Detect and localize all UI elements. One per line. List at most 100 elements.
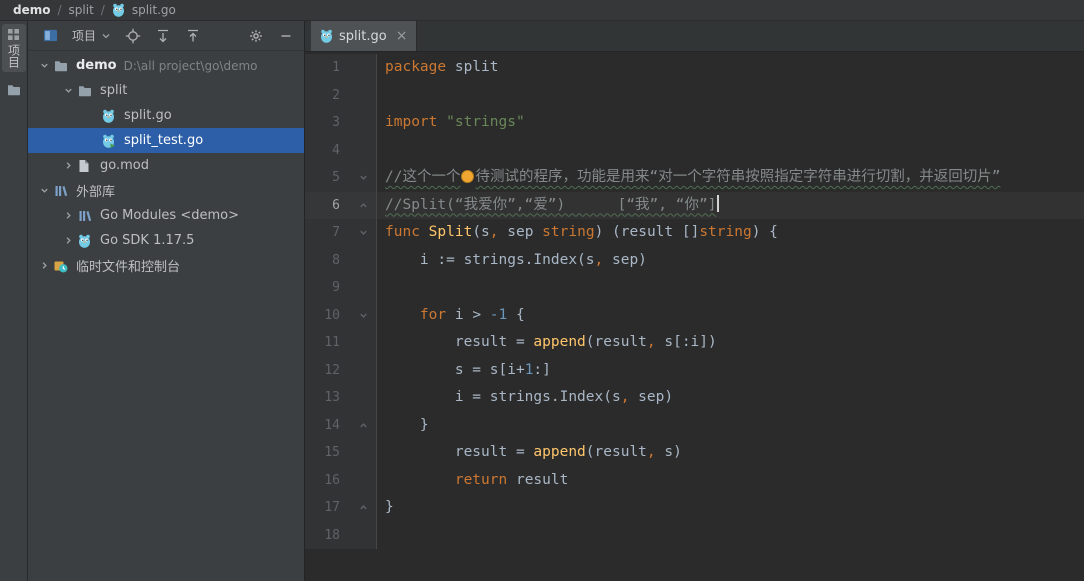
tree-item-label: split.go [124, 108, 172, 123]
editor-line-18[interactable]: 18 [305, 521, 1084, 549]
line-number[interactable]: 3 [305, 109, 351, 137]
line-number[interactable]: 4 [305, 136, 351, 164]
fold-start-icon[interactable] [351, 301, 377, 329]
tree-item-demo[interactable]: demo D:\all project\go\demo [28, 53, 304, 78]
editor-line-9[interactable]: 9 [305, 274, 1084, 302]
tree-item-go-modules[interactable]: Go Modules <demo> [28, 203, 304, 228]
tree-item-split[interactable]: split [28, 78, 304, 103]
code-token: 待测试的程序，功能是用来“对一个字符串按照指定字符串进行切割，并返回切片” [475, 169, 1001, 185]
tree-item-go-mod[interactable]: go.mod [28, 153, 304, 178]
code-text: package split [377, 54, 1084, 82]
fold-end-icon[interactable] [351, 191, 377, 219]
fold-end-icon[interactable] [351, 494, 377, 522]
expand-all-icon[interactable] [154, 27, 171, 44]
tab-split-go[interactable]: split.go × [311, 21, 418, 51]
line-number[interactable]: 7 [305, 219, 351, 247]
editor-line-17[interactable]: 17} [305, 494, 1084, 522]
breadcrumb-separator: / [57, 3, 62, 17]
tree-item-external-libraries[interactable]: 外部库 [28, 178, 304, 203]
editor-line-4[interactable]: 4 [305, 136, 1084, 164]
code-token: ) { [751, 224, 778, 240]
editor-line-1[interactable]: 1 package split [305, 54, 1084, 82]
project-view-icon[interactable] [42, 27, 59, 44]
code-token: sep) [629, 389, 674, 405]
fold-start-icon[interactable] [351, 164, 377, 192]
chevron-down-icon[interactable] [36, 58, 52, 74]
editor-line-3[interactable]: 3 import "strings" [305, 109, 1084, 137]
line-number[interactable]: 6 [305, 191, 351, 219]
tree-item-split-go[interactable]: split.go [28, 103, 304, 128]
chevron-right-icon[interactable] [60, 208, 76, 224]
tree-item-go-sdk[interactable]: Go SDK 1.17.5 [28, 228, 304, 253]
breadcrumb-project[interactable]: demo [13, 3, 50, 17]
editor-line-6[interactable]: 6 //Split(“我爱你”,“爱”) [“我”, “你”] [305, 191, 1084, 219]
editor-line-16[interactable]: 16 return result [305, 466, 1084, 495]
line-number[interactable]: 2 [305, 81, 351, 109]
line-number[interactable]: 11 [305, 329, 351, 357]
lib-icon [54, 184, 71, 198]
editor-line-14[interactable]: 14 } [305, 411, 1084, 440]
fold-start-icon[interactable] [351, 219, 377, 247]
editor-line-10[interactable]: 10 for i > -1 { [305, 301, 1084, 329]
collapse-all-icon[interactable] [184, 27, 201, 44]
hide-panel-icon[interactable] [277, 27, 294, 44]
settings-gear-icon[interactable] [247, 27, 264, 44]
locate-file-icon[interactable] [124, 27, 141, 44]
code-text: } [377, 412, 1084, 440]
line-number[interactable]: 12 [305, 356, 351, 384]
breadcrumb-file[interactable]: split.go [132, 3, 176, 17]
line-number[interactable]: 10 [305, 301, 351, 329]
chevron-right-icon[interactable] [36, 258, 52, 274]
code-token: } [385, 499, 394, 515]
code-text: } [377, 494, 1084, 522]
line-number[interactable]: 14 [305, 411, 351, 439]
fold-gutter [351, 136, 377, 164]
code-text: return result [377, 467, 1084, 495]
code-token: Split [428, 224, 473, 240]
line-number[interactable]: 1 [305, 54, 351, 82]
editor-line-12[interactable]: 12 s = s[i+1:] [305, 356, 1084, 384]
chevron-down-icon[interactable] [101, 31, 111, 41]
chevron-down-icon[interactable] [60, 83, 76, 99]
intention-bulb-icon[interactable] [461, 170, 475, 183]
line-number[interactable]: 13 [305, 384, 351, 412]
line-number[interactable]: 16 [305, 466, 351, 494]
text-caret [717, 194, 720, 212]
line-number[interactable]: 17 [305, 494, 351, 522]
editor-code[interactable]: 1 package split 2 3 import "strings" 4 5 //这个一个… [305, 52, 1084, 581]
line-number[interactable]: 15 [305, 439, 351, 467]
code-text: i := strings.Index(s, sep) [377, 247, 1084, 275]
code-token: , [646, 444, 656, 460]
chevron-right-icon[interactable] [60, 233, 76, 249]
folder-stripe-button[interactable] [2, 80, 26, 100]
editor-line-5[interactable]: 5 //这个一个 待测试的程序，功能是用来“对一个字符串按照指定字符串进行切割，并返… [305, 164, 1084, 192]
editor-line-8[interactable]: 8 i := strings.Index(s, sep) [305, 246, 1084, 275]
editor-line-7[interactable]: 7 func Split(s, sep string) (result []str… [305, 219, 1084, 247]
tree-item-label: 临时文件和控制台 [76, 260, 181, 275]
project-view-label[interactable]: 项目 [72, 27, 96, 44]
tree-item-path: D:\all project\go\demo [123, 58, 258, 73]
editor-line-13[interactable]: 13 i = strings.Index(s, sep) [305, 384, 1084, 412]
fold-end-icon[interactable] [351, 411, 377, 439]
tree-item-label: demo [76, 58, 117, 73]
main-area: 项目 项目 demo D:\all project\go\demo split spl… [0, 21, 1084, 581]
editor-line-2[interactable]: 2 [305, 81, 1084, 109]
code-token: "strings" [446, 114, 525, 130]
editor-line-11[interactable]: 11 result = append(result, s[:i]) [305, 329, 1084, 357]
tree-item-split-test-go[interactable]: split_test.go [28, 128, 304, 153]
chevron-right-icon[interactable] [60, 158, 76, 174]
breadcrumb-folder[interactable]: split [69, 3, 94, 17]
line-number[interactable]: 9 [305, 274, 351, 302]
tree-item-scratches-consoles[interactable]: 临时文件和控制台 [28, 253, 304, 278]
fold-gutter [351, 329, 377, 357]
line-number[interactable]: 8 [305, 246, 351, 274]
chevron-down-icon[interactable] [36, 183, 52, 199]
close-icon[interactable]: × [396, 29, 408, 43]
fold-gutter [351, 384, 377, 412]
line-number[interactable]: 18 [305, 521, 351, 549]
editor-line-15[interactable]: 15 result = append(result, s) [305, 439, 1084, 467]
code-token: , [489, 224, 499, 240]
line-number[interactable]: 5 [305, 164, 351, 192]
project-stripe-button[interactable]: 项目 [1, 24, 26, 72]
